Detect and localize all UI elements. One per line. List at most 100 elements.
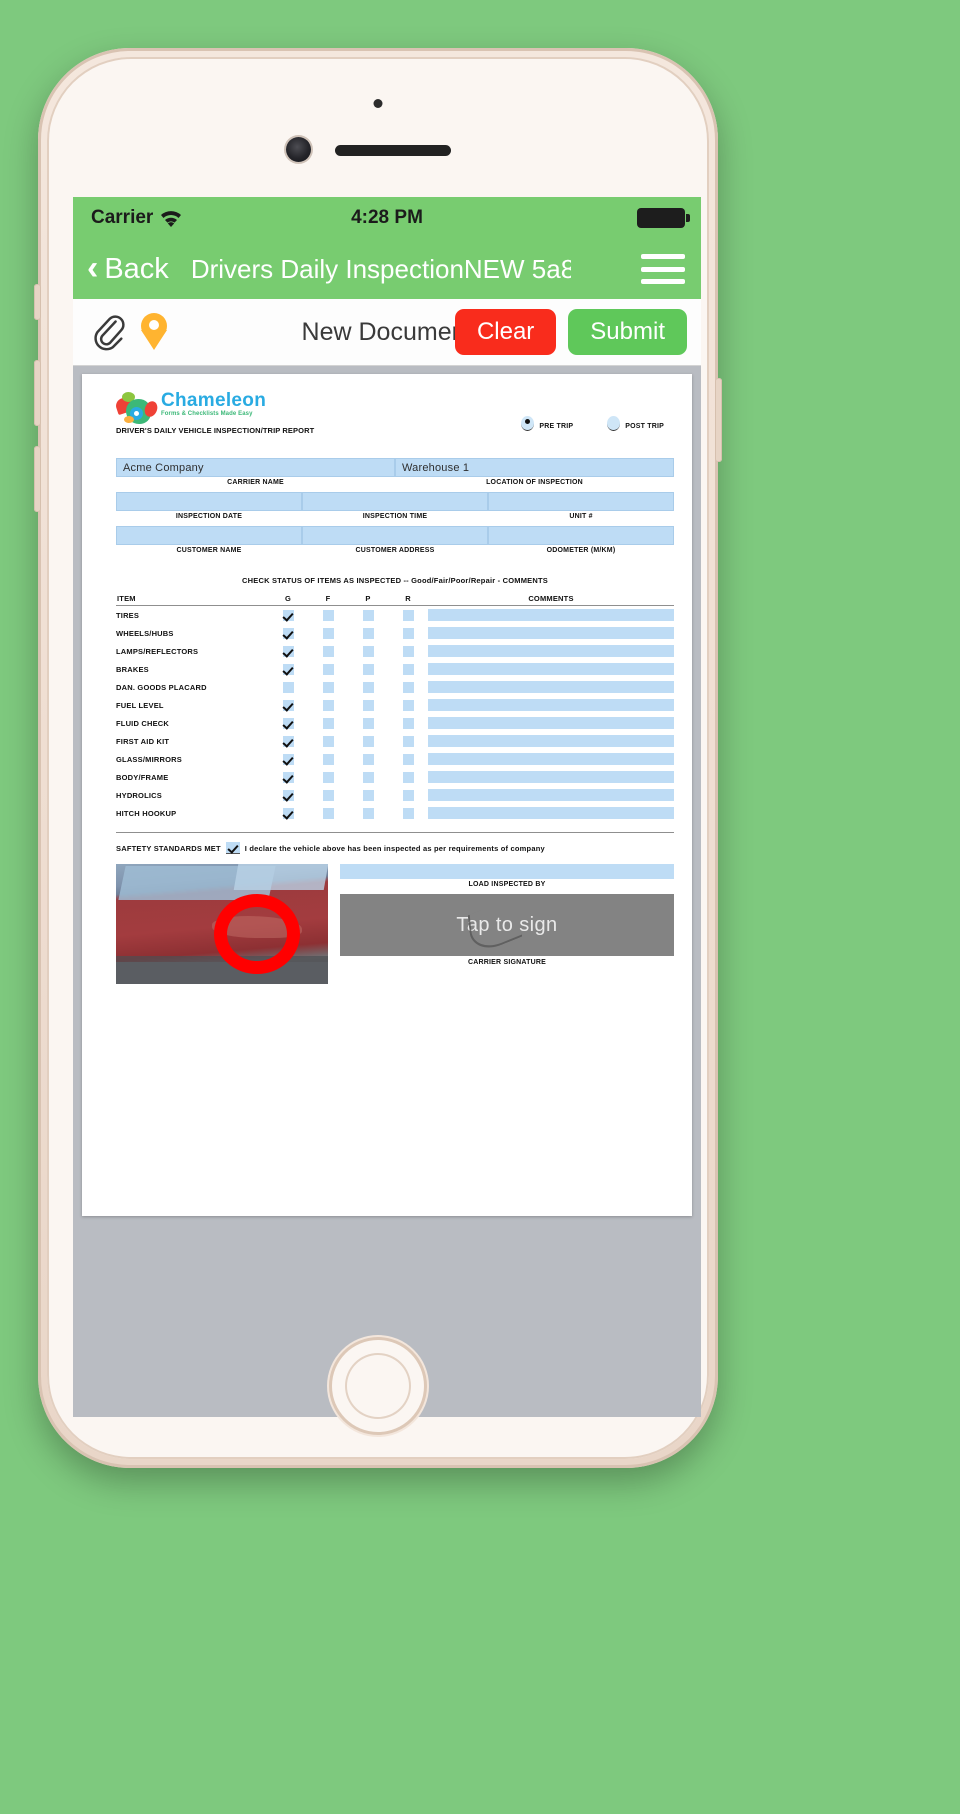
checkbox-g[interactable]	[282, 699, 294, 711]
clear-button[interactable]: Clear	[454, 309, 557, 355]
checkbox-g[interactable]	[282, 771, 294, 783]
safety-declaration-text: I declare the vehicle above has been ins…	[244, 843, 545, 853]
checkbox-f[interactable]	[322, 717, 334, 729]
volume-down-button[interactable]	[34, 446, 41, 512]
checkbox-p[interactable]	[362, 699, 374, 711]
column-repair: R	[388, 593, 428, 606]
silent-switch[interactable]	[34, 284, 41, 320]
checkbox-g[interactable]	[282, 753, 294, 765]
inspection-form-page[interactable]: Chameleon Forms & Checklists Made Easy D…	[82, 374, 692, 1216]
checkbox-r[interactable]	[402, 627, 414, 639]
checkbox-p[interactable]	[362, 663, 374, 675]
map-pin-icon[interactable]	[141, 313, 167, 351]
inspection-time-label: INSPECTION TIME	[362, 513, 428, 520]
checkbox-r[interactable]	[402, 771, 414, 783]
comment-input[interactable]	[428, 627, 674, 639]
pre-trip-radio[interactable]	[521, 416, 535, 431]
checkbox-p[interactable]	[362, 771, 374, 783]
submit-button[interactable]: Submit	[568, 309, 687, 355]
form-subtitle: DRIVER'S DAILY VEHICLE INSPECTION/TRIP R…	[116, 426, 315, 435]
checkbox-p[interactable]	[362, 681, 374, 693]
checkbox-g[interactable]	[282, 789, 294, 801]
signature-pad[interactable]: Tap to sign	[340, 894, 674, 957]
post-trip-radio[interactable]	[607, 416, 621, 431]
pre-trip-option[interactable]: PRE TRIP	[521, 416, 573, 431]
hamburger-menu-icon[interactable]	[641, 254, 685, 284]
safety-standards-checkbox[interactable]	[225, 842, 240, 854]
comment-input[interactable]	[428, 663, 674, 675]
carrier-signature-label: CARRIER SIGNATURE	[468, 959, 546, 966]
checkbox-g[interactable]	[282, 627, 294, 639]
vehicle-damage-photo[interactable]	[116, 864, 328, 984]
checkbox-r[interactable]	[402, 681, 414, 693]
checklist-item-label: HYDROLICS	[116, 790, 162, 800]
checkbox-r[interactable]	[402, 735, 414, 747]
unit-number-input[interactable]	[488, 492, 674, 511]
checkbox-f[interactable]	[322, 627, 334, 639]
checkbox-r[interactable]	[402, 789, 414, 801]
checkbox-r[interactable]	[402, 807, 414, 819]
post-trip-option[interactable]: POST TRIP	[607, 416, 664, 431]
inspection-time-input[interactable]	[302, 492, 488, 511]
checkbox-r[interactable]	[402, 645, 414, 657]
checkbox-p[interactable]	[362, 627, 374, 639]
comment-input[interactable]	[428, 681, 674, 693]
comment-input[interactable]	[428, 771, 674, 783]
checkbox-f[interactable]	[322, 771, 334, 783]
checkbox-g[interactable]	[282, 735, 294, 747]
customer-name-input[interactable]	[116, 526, 302, 545]
checkbox-f[interactable]	[322, 753, 334, 765]
checkbox-g[interactable]	[282, 807, 294, 819]
front-camera-icon	[286, 137, 311, 162]
checkbox-f[interactable]	[322, 645, 334, 657]
volume-up-button[interactable]	[34, 360, 41, 426]
comment-input[interactable]	[428, 735, 674, 747]
checkbox-f[interactable]	[322, 789, 334, 801]
odometer-input[interactable]	[488, 526, 674, 545]
document-scroll-area[interactable]: Chameleon Forms & Checklists Made Easy D…	[73, 366, 701, 1417]
checkbox-g[interactable]	[282, 681, 294, 693]
power-button[interactable]	[715, 378, 722, 462]
comment-input[interactable]	[428, 789, 674, 801]
comment-input[interactable]	[428, 609, 674, 621]
comment-input[interactable]	[428, 753, 674, 765]
checkbox-g[interactable]	[282, 609, 294, 621]
carrier-name-input[interactable]: Acme Company	[116, 458, 395, 477]
comment-input[interactable]	[428, 699, 674, 711]
toolbar-actions: Clear Submit	[454, 309, 687, 355]
checkbox-p[interactable]	[362, 645, 374, 657]
customer-address-input[interactable]	[302, 526, 488, 545]
home-button[interactable]	[332, 1340, 424, 1432]
checkbox-p[interactable]	[362, 717, 374, 729]
checkbox-f[interactable]	[322, 699, 334, 711]
checkbox-f[interactable]	[322, 807, 334, 819]
comment-input[interactable]	[428, 807, 674, 819]
paperclip-icon[interactable]	[91, 312, 125, 352]
checkbox-f[interactable]	[322, 735, 334, 747]
checkbox-g[interactable]	[282, 645, 294, 657]
checkbox-p[interactable]	[362, 735, 374, 747]
checkbox-f[interactable]	[322, 681, 334, 693]
comment-input[interactable]	[428, 645, 674, 657]
checkbox-p[interactable]	[362, 807, 374, 819]
checkbox-p[interactable]	[362, 753, 374, 765]
checkbox-r[interactable]	[402, 717, 414, 729]
checkbox-f[interactable]	[322, 609, 334, 621]
location-input[interactable]: Warehouse 1	[395, 458, 674, 477]
back-button[interactable]: ‹ Back	[87, 251, 169, 286]
checkbox-r[interactable]	[402, 663, 414, 675]
brand-tagline: Forms & Checklists Made Easy	[161, 411, 253, 417]
inspection-date-input[interactable]	[116, 492, 302, 511]
checkbox-r[interactable]	[402, 753, 414, 765]
checkbox-g[interactable]	[282, 717, 294, 729]
checkbox-g[interactable]	[282, 663, 294, 675]
safety-standards-label: SAFTETY STANDARDS MET	[116, 843, 221, 853]
comment-input[interactable]	[428, 717, 674, 729]
checkbox-p[interactable]	[362, 789, 374, 801]
inspection-form: Chameleon Forms & Checklists Made Easy D…	[114, 391, 674, 984]
load-inspected-by-input[interactable]	[340, 864, 674, 879]
checkbox-p[interactable]	[362, 609, 374, 621]
checkbox-r[interactable]	[402, 609, 414, 621]
checkbox-f[interactable]	[322, 663, 334, 675]
checkbox-r[interactable]	[402, 699, 414, 711]
